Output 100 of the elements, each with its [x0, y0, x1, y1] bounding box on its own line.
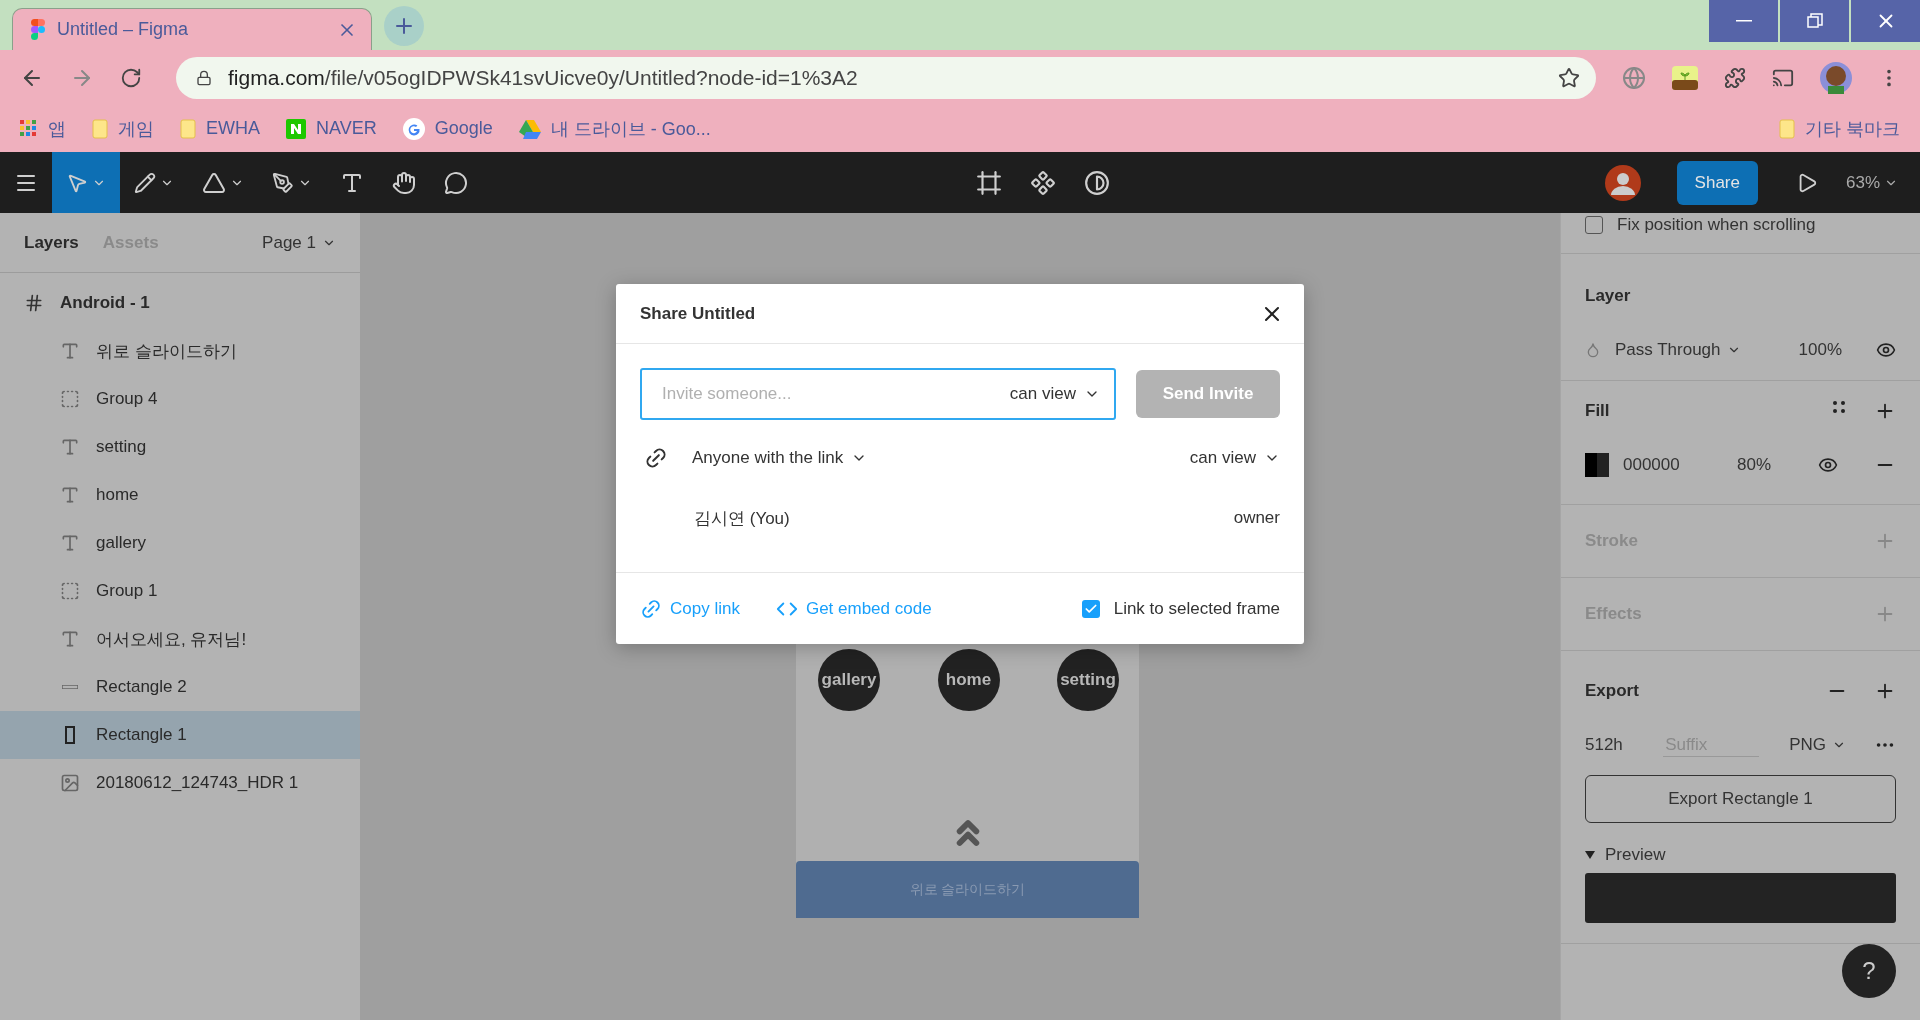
dialog-title: Share Untitled	[640, 303, 756, 324]
opacity-value: 100%	[1798, 340, 1842, 360]
zoom-dropdown[interactable]: 63%	[1831, 152, 1912, 213]
panel-tab[interactable]: Layers	[24, 232, 79, 253]
layer-row[interactable]: Rectangle 1	[0, 711, 360, 759]
layer-row[interactable]: setting	[0, 423, 360, 471]
color-swatch	[1585, 453, 1609, 477]
new-tab-button[interactable]	[384, 6, 424, 46]
layer-row[interactable]: Group 4	[0, 375, 360, 423]
reload-icon[interactable]	[120, 66, 142, 89]
bookmark[interactable]: Google	[402, 117, 493, 140]
puzzle-icon[interactable]	[1724, 66, 1746, 89]
layer-name: 위로 슬라이드하기	[96, 340, 237, 363]
bookmark[interactable]: 게임	[92, 116, 154, 141]
layer-name: 어서오세요, 유저님!	[96, 628, 247, 651]
preview-label: Preview	[1605, 845, 1666, 865]
format-dropdown[interactable]: PNG	[1789, 735, 1846, 755]
section-title: Export	[1585, 681, 1639, 701]
member-role: owner	[1233, 508, 1280, 528]
bookmark[interactable]: 기타 북마크	[1779, 116, 1900, 141]
folder-icon	[92, 118, 108, 139]
layer-row[interactable]: Rectangle 2	[0, 663, 360, 711]
url-text: figma.com/file/v05ogIDPWSk41svUicve0y/Untitled?node-id=1%3A2	[228, 65, 859, 90]
section-title: Fill	[1585, 401, 1610, 421]
text-icon	[60, 437, 80, 457]
user-avatar-icon[interactable]	[1604, 164, 1641, 201]
restore-icon	[1806, 13, 1823, 29]
star-icon[interactable]	[1558, 66, 1580, 89]
nav-circle: home	[937, 649, 1000, 711]
checkbox-label: Fix position when scrolling	[1617, 215, 1816, 235]
sprout-pot-icon[interactable]	[1672, 65, 1698, 90]
g-logo-icon	[402, 117, 425, 140]
avatar-icon[interactable]	[1820, 61, 1852, 94]
nav-circle: setting	[1057, 649, 1119, 711]
export-button[interactable]: Export Rectangle 1	[1585, 775, 1896, 823]
invite-field[interactable]: Invite someone... can view	[640, 368, 1116, 420]
layer-name: Group 4	[96, 389, 158, 409]
bookmark[interactable]: NAVER	[286, 118, 377, 139]
text-icon	[60, 629, 80, 649]
address-bar[interactable]: figma.com/file/v05ogIDPWSk41svUicve0y/Untitled?node-id=1%3A2	[176, 56, 1596, 99]
pencil-icon	[134, 171, 156, 194]
pen-icon	[272, 171, 294, 194]
close-window-button[interactable]	[1851, 0, 1920, 42]
disclosure-triangle-icon[interactable]	[1585, 850, 1595, 860]
frame-icon	[976, 169, 1003, 196]
layer-row[interactable]: Android - 1	[0, 279, 360, 327]
layer-name: Android - 1	[60, 293, 150, 313]
nav-circle: gallery	[818, 649, 880, 711]
grid-icon	[20, 119, 38, 138]
rectangle-icon	[65, 726, 75, 744]
tab-title: Untitled – Figma	[57, 19, 190, 40]
link-access-dropdown[interactable]: Anyone with the link	[692, 448, 868, 468]
layer-name: 20180612_124743_HDR 1	[96, 773, 299, 793]
bookmark[interactable]: 내 드라이브 - Goo...	[518, 116, 711, 141]
hex-value: 000000	[1623, 455, 1681, 475]
layer-name: Rectangle 2	[96, 677, 187, 697]
text-icon	[60, 341, 80, 361]
blend-dropdown[interactable]: Pass Through	[1615, 340, 1741, 360]
lock-icon	[196, 69, 212, 86]
folder-icon	[1779, 118, 1795, 139]
bookmark[interactable]: 앱	[20, 116, 66, 141]
hash-icon	[24, 293, 44, 313]
line-icon	[62, 685, 78, 689]
component-icon	[1030, 169, 1057, 196]
checkbox[interactable]	[1585, 216, 1603, 234]
text-icon	[60, 533, 80, 553]
share-button[interactable]: Share	[1676, 160, 1758, 205]
permission-dropdown[interactable]: can view	[1189, 448, 1280, 468]
layer-row[interactable]: Group 1	[0, 567, 360, 615]
layer-row[interactable]: gallery	[0, 519, 360, 567]
dots-icon[interactable]	[1832, 400, 1846, 414]
checkbox[interactable]	[1081, 599, 1100, 618]
image-icon	[60, 773, 80, 793]
folder-icon	[180, 118, 196, 139]
text-icon	[60, 485, 80, 505]
layer-row[interactable]: 20180612_124743_HDR 1	[0, 759, 360, 807]
n-logo-icon	[286, 118, 306, 139]
slide-bar: 위로 슬라이드하기	[796, 861, 1139, 918]
help-button[interactable]: ?	[1842, 944, 1896, 998]
layer-row[interactable]: home	[0, 471, 360, 519]
bookmark[interactable]: EWHA	[180, 118, 260, 139]
dashed-square-icon	[60, 389, 80, 409]
layer-row[interactable]: 위로 슬라이드하기	[0, 327, 360, 375]
restore-button[interactable]	[1780, 0, 1849, 42]
eye-icon[interactable]	[1876, 340, 1896, 360]
permission-dropdown[interactable]: can view	[1009, 384, 1100, 404]
speech-bubble-icon	[444, 170, 468, 195]
layer-name: Rectangle 1	[96, 725, 187, 745]
export-size[interactable]: 512h	[1585, 735, 1650, 755]
droplet-icon	[1585, 342, 1601, 358]
browser-tab[interactable]: Untitled – Figma	[12, 8, 372, 50]
eye-icon[interactable]	[1818, 455, 1838, 475]
dashed-square-icon	[60, 581, 80, 601]
contrast-icon	[1084, 169, 1111, 196]
layer-row[interactable]: 어서오세요, 유저님!	[0, 615, 360, 663]
member-name: 김시연 (You)	[694, 507, 790, 530]
page-dropdown[interactable]: Page 1	[262, 232, 336, 253]
minimize-icon	[1735, 20, 1752, 22]
layer-name: Group 1	[96, 581, 158, 601]
opacity-value: 80%	[1737, 455, 1772, 475]
